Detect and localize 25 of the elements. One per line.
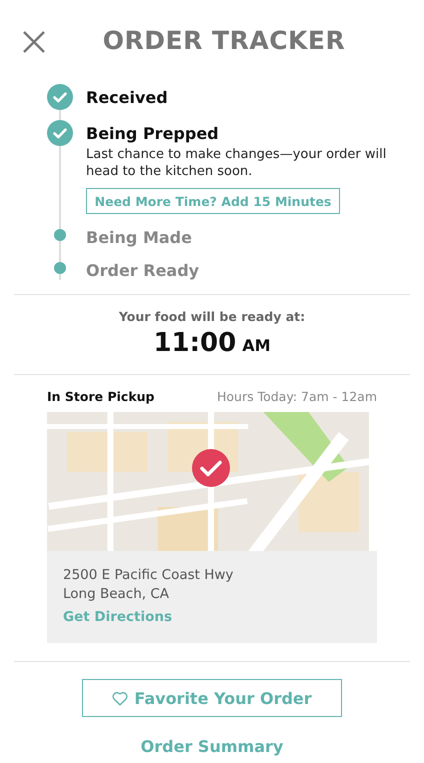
location-pin-icon	[192, 449, 230, 487]
pickup-method: In Store Pickup	[47, 389, 154, 404]
address-line: 2500 E Pacific Coast Hwy	[63, 567, 234, 583]
close-button[interactable]	[22, 30, 46, 54]
order-summary-link[interactable]: Order Summary	[140, 737, 284, 756]
check-circle-icon	[47, 120, 73, 146]
address-line: Long Beach, CA	[63, 586, 170, 602]
ready-caption: Your food will be ready at:	[118, 309, 306, 324]
step-dot-icon	[54, 262, 66, 274]
directions-link[interactable]: Get Directions	[63, 609, 172, 625]
favorite-button[interactable]: Favorite Your Order	[82, 679, 342, 717]
close-icon	[22, 30, 46, 54]
page-title: ORDER TRACKER	[102, 26, 346, 54]
step-label: Order Ready	[86, 261, 200, 280]
add-time-button[interactable]: Need More Time? Add 15 Minutes	[86, 188, 340, 214]
store-hours: Hours Today: 7am - 12am	[216, 389, 377, 404]
step-label: Being Made	[86, 228, 192, 247]
ready-time: 11:00	[153, 328, 236, 358]
heart-icon	[112, 690, 128, 706]
step-description: Last chance to make changes—your order will head to the kitchen soon.	[86, 146, 388, 180]
step-label: Received	[86, 88, 168, 107]
step-label: Being Prepped	[86, 124, 220, 143]
time-period: AM	[242, 336, 271, 355]
check-circle-icon	[47, 84, 73, 110]
step-dot-icon	[54, 229, 66, 241]
